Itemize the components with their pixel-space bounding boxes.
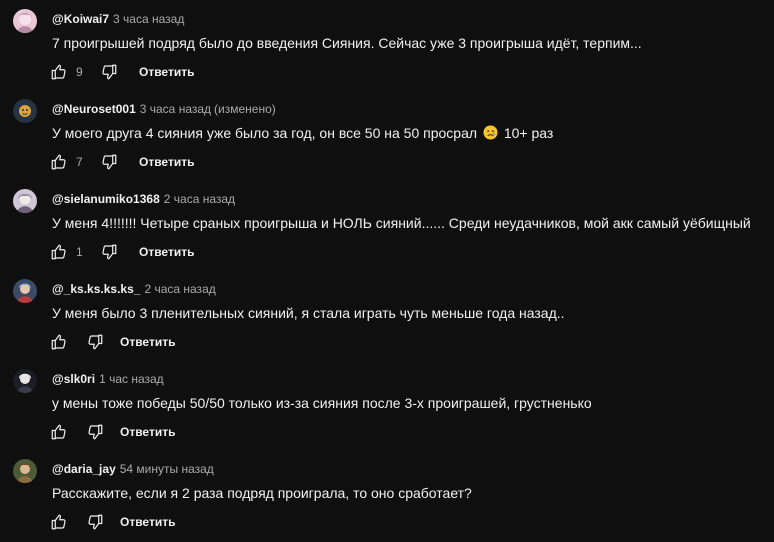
comment-time[interactable]: 1 час назад bbox=[99, 372, 164, 386]
thumbs-down-icon bbox=[88, 424, 103, 440]
like-button[interactable] bbox=[48, 422, 70, 442]
thumbs-up-icon bbox=[51, 424, 66, 440]
dislike-button[interactable] bbox=[84, 422, 106, 442]
comment-item: @sielanumiko1368 2 часа назад У меня 4!!!… bbox=[0, 182, 774, 272]
comment-item: @_ks.ks.ks.ks_ 2 часа назад У меня было 3… bbox=[0, 272, 774, 362]
like-count: 7 bbox=[76, 155, 83, 169]
comment-author[interactable]: @daria_jay bbox=[52, 462, 116, 476]
comment-actions: Ответить bbox=[48, 332, 175, 352]
thumbs-up-icon bbox=[51, 64, 66, 80]
comment-time[interactable]: 54 минуты назад bbox=[120, 462, 214, 476]
avatar[interactable] bbox=[13, 369, 37, 393]
thumbs-up-icon bbox=[51, 334, 66, 350]
comment-actions: 9 Ответить bbox=[48, 62, 194, 82]
comment-text: Расскажите, если я 2 раза подряд проигра… bbox=[52, 485, 472, 501]
comment-text: У моего друга 4 сияния уже было за год, … bbox=[52, 123, 553, 143]
edited-label: (изменено) bbox=[214, 102, 276, 116]
comment-time[interactable]: 2 часа назад bbox=[164, 192, 235, 206]
comment-item: @Neuroset001 3 часа назад (изменено) У мое… bbox=[0, 92, 774, 182]
avatar[interactable] bbox=[13, 459, 37, 483]
reply-button[interactable]: Ответить bbox=[120, 425, 175, 439]
dislike-button[interactable] bbox=[98, 242, 120, 262]
comment-actions: 1 Ответить bbox=[48, 242, 194, 262]
comment-text: У меня было 3 пленительных сияний, я ста… bbox=[52, 305, 565, 321]
like-button[interactable] bbox=[48, 152, 70, 172]
comment-item: @Koiwai7 3 часа назад 7 проигрышей подряд… bbox=[0, 2, 774, 92]
comment-item: @daria_jay 54 минуты назад Расскажите, ес… bbox=[0, 452, 774, 542]
thumbs-down-icon bbox=[102, 64, 117, 80]
comment-text-main: У моего друга 4 сияния уже было за год, … bbox=[52, 125, 478, 141]
avatar[interactable] bbox=[13, 279, 37, 303]
comment-author[interactable]: @slk0ri bbox=[52, 372, 95, 386]
comment-text: 7 проигрышей подряд было до введения Сия… bbox=[52, 35, 642, 51]
like-count: 1 bbox=[76, 245, 83, 259]
like-button[interactable] bbox=[48, 512, 70, 532]
avatar[interactable] bbox=[13, 189, 37, 213]
comment-author[interactable]: @sielanumiko1368 bbox=[52, 192, 160, 206]
reply-button[interactable]: Ответить bbox=[139, 65, 194, 79]
dislike-button[interactable] bbox=[98, 62, 120, 82]
comment-actions: Ответить bbox=[48, 422, 175, 442]
avatar[interactable] bbox=[13, 99, 37, 123]
thumbs-down-icon bbox=[88, 514, 103, 530]
comment-actions: Ответить bbox=[48, 512, 175, 532]
reply-button[interactable]: Ответить bbox=[120, 515, 175, 529]
comment-time[interactable]: 3 часа назад bbox=[140, 102, 211, 116]
thumbs-up-icon bbox=[51, 514, 66, 530]
comment-time[interactable]: 2 часа назад bbox=[144, 282, 215, 296]
thumbs-down-icon bbox=[102, 244, 117, 260]
comment-text-tail: 10+ раз bbox=[503, 125, 554, 141]
avatar[interactable] bbox=[13, 9, 37, 33]
thumbs-up-icon bbox=[51, 244, 66, 260]
like-button[interactable] bbox=[48, 62, 70, 82]
dislike-button[interactable] bbox=[84, 332, 106, 352]
dislike-button[interactable] bbox=[98, 152, 120, 172]
reply-button[interactable]: Ответить bbox=[120, 335, 175, 349]
comment-author[interactable]: @Koiwai7 bbox=[52, 12, 109, 26]
dislike-button[interactable] bbox=[84, 512, 106, 532]
like-count: 9 bbox=[76, 65, 83, 79]
sad-face-emoji-icon bbox=[483, 125, 498, 140]
comment-actions: 7 Ответить bbox=[48, 152, 194, 172]
thumbs-down-icon bbox=[88, 334, 103, 350]
comment-author[interactable]: @Neuroset001 bbox=[52, 102, 136, 116]
like-button[interactable] bbox=[48, 242, 70, 262]
reply-button[interactable]: Ответить bbox=[139, 245, 194, 259]
comment-text: у мены тоже победы 50/50 только из-за си… bbox=[52, 395, 592, 411]
thumbs-up-icon bbox=[51, 154, 66, 170]
reply-button[interactable]: Ответить bbox=[139, 155, 194, 169]
comment-time[interactable]: 3 часа назад bbox=[113, 12, 184, 26]
comment-item: @slk0ri 1 час назад у мены тоже победы 50… bbox=[0, 362, 774, 452]
comment-author[interactable]: @_ks.ks.ks.ks_ bbox=[52, 282, 140, 296]
like-button[interactable] bbox=[48, 332, 70, 352]
thumbs-down-icon bbox=[102, 154, 117, 170]
comment-text: У меня 4!!!!!!! Четыре сраных проигрыша … bbox=[52, 215, 751, 231]
